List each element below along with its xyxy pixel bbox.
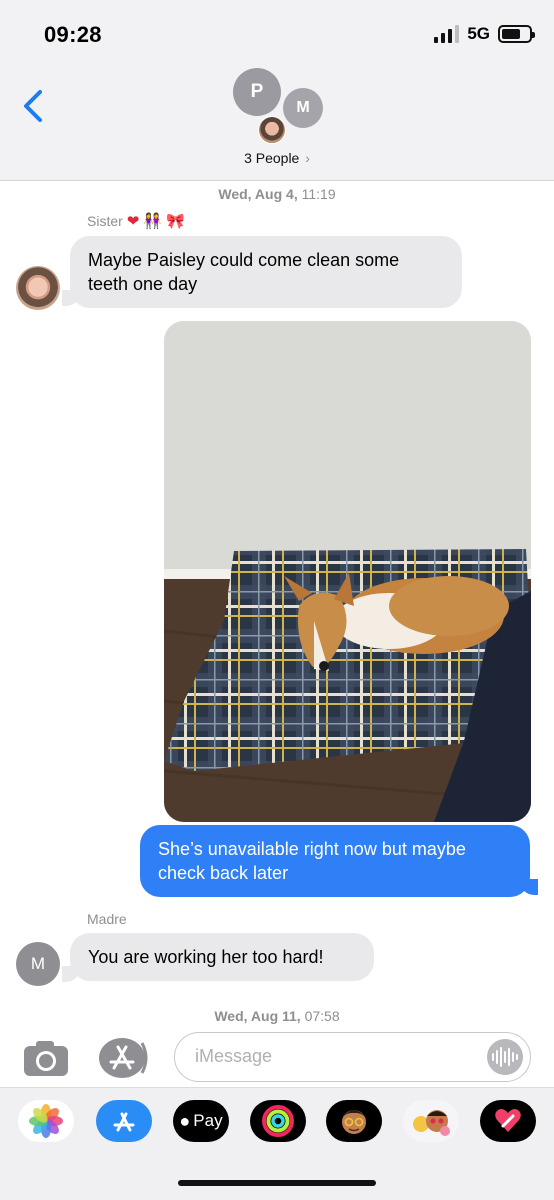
digital-touch-app-icon[interactable] — [480, 1100, 536, 1142]
pink-bow-icon: 🎀 — [166, 212, 185, 230]
photos-app-icon[interactable] — [18, 1100, 74, 1142]
battery-icon — [498, 25, 535, 43]
conversation-header: 09:28 5G P M 3 People › — [0, 0, 554, 181]
app-store-app-icon[interactable] — [96, 1100, 152, 1142]
message-input[interactable] — [195, 1033, 475, 1080]
message-bubble-outgoing[interactable]: She’s unavailable right now but maybe ch… — [140, 825, 530, 897]
two-women-holding-hands-icon: 👭 — [143, 212, 163, 230]
group-avatar-m[interactable]: M — [283, 88, 323, 128]
sender-name-madre: Madre — [87, 911, 127, 927]
memoji-app-icon[interactable] — [326, 1100, 382, 1142]
avatar-madre[interactable]: M — [16, 942, 60, 986]
home-indicator[interactable] — [178, 1180, 376, 1186]
apple-pay-label: Pay — [193, 1111, 223, 1130]
app-store-icon[interactable] — [98, 1037, 150, 1079]
group-avatar-p[interactable]: P — [233, 68, 281, 116]
message-text-line: Maybe Paisley could come clean some — [88, 250, 400, 270]
memoji-stickers-app-icon[interactable] — [403, 1100, 459, 1142]
message-text: You are working her too hard! — [88, 947, 324, 967]
status-time: 09:28 — [44, 22, 102, 47]
avatar-sister[interactable] — [16, 266, 60, 310]
message-bubble-incoming[interactable]: You are working her too hard! — [70, 933, 374, 981]
timestamp: Wed, Aug 11, 07:58 — [0, 1008, 554, 1024]
network-type: 5G — [467, 24, 490, 43]
message-input-field[interactable] — [174, 1032, 531, 1082]
back-chevron-icon[interactable] — [18, 86, 48, 126]
waveform-icon[interactable] — [487, 1039, 523, 1075]
chevron-right-icon: › — [305, 150, 310, 166]
timestamp-day: Wed, Aug 4, — [218, 186, 298, 202]
camera-icon[interactable] — [22, 1038, 70, 1078]
message-text-line: check back later — [158, 863, 289, 883]
timestamp-day: Wed, Aug 11, — [214, 1008, 301, 1024]
timestamp: Wed, Aug 4, 11:19 — [0, 186, 554, 202]
timestamp-time: 07:58 — [304, 1008, 340, 1024]
group-avatar-photo[interactable] — [258, 116, 286, 144]
sender-label: Madre — [87, 911, 127, 927]
message-bubble-incoming[interactable]: Maybe Paisley could come clean some teet… — [70, 236, 462, 308]
sender-label: Sister — [87, 213, 123, 229]
message-text-line: teeth one day — [88, 274, 198, 294]
participants-label: 3 People — [244, 150, 300, 166]
timestamp-time: 11:19 — [301, 186, 336, 202]
sender-name-sister: Sister ❤ 👭 🎀 — [87, 213, 185, 229]
status-indicators: 5G — [434, 24, 535, 44]
message-text-line: She’s unavailable right now but maybe — [158, 839, 466, 859]
photo-attachment[interactable] — [164, 321, 531, 822]
fitness-rings-app-icon[interactable] — [250, 1100, 306, 1142]
compose-bar — [0, 1026, 554, 1090]
participants-button[interactable]: 3 People › — [0, 150, 554, 166]
cellular-signal-icon — [434, 25, 460, 43]
apple-pay-app-icon[interactable]: ● Pay — [173, 1100, 229, 1142]
corgi-on-plaid-bed-photo-icon — [164, 321, 531, 822]
red-heart-icon: ❤ — [126, 212, 140, 230]
